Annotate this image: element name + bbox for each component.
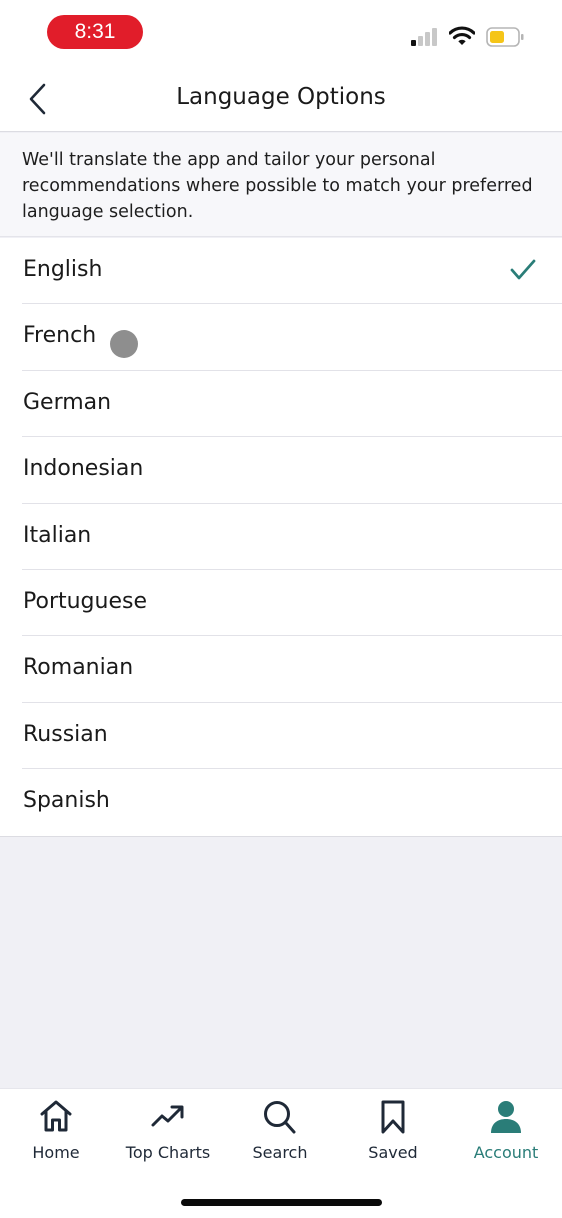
home-indicator[interactable] [181,1199,382,1206]
tab-label: Search [252,1143,308,1162]
language-label: Portuguese [23,588,147,614]
language-option-spanish[interactable]: Spanish [0,769,562,835]
bookmark-icon [381,1100,405,1134]
tab-label: Saved [368,1143,418,1162]
trending-up-icon [151,1105,184,1127]
home-icon [40,1100,72,1132]
tab-home[interactable]: Home [0,1089,112,1179]
tab-search[interactable]: Search [224,1089,336,1179]
language-label: Italian [23,522,92,548]
wifi-icon [449,26,475,45]
language-label: Indonesian [23,456,144,482]
info-description: We'll translate the app and tailor your … [0,133,562,237]
battery-icon [486,27,524,47]
tab-saved[interactable]: Saved [337,1089,449,1179]
navigation-bar: Language Options [0,66,562,132]
status-bar: 8:31 [0,0,562,66]
person-icon [491,1101,521,1133]
language-option-portuguese[interactable]: Portuguese [0,570,562,637]
language-option-english[interactable]: English [0,238,562,305]
touch-indicator [110,330,138,358]
status-time: 8:31 [47,15,143,49]
language-label: Russian [23,721,108,747]
tab-label: Home [32,1143,80,1162]
language-option-romanian[interactable]: Romanian [0,636,562,703]
cellular-signal-icon [411,28,439,46]
tab-label: Top Charts [125,1143,211,1162]
language-list: English French German Indonesian Italian… [0,238,562,837]
language-option-italian[interactable]: Italian [0,504,562,570]
tab-account[interactable]: Account [450,1089,562,1179]
language-label: French [23,323,97,349]
tab-label: Account [473,1143,539,1162]
language-option-russian[interactable]: Russian [0,703,562,770]
language-option-german[interactable]: German [0,371,562,438]
language-label: Spanish [23,788,110,814]
language-label: German [23,389,112,415]
search-icon [264,1101,296,1134]
language-label: Romanian [23,655,134,681]
language-option-indonesian[interactable]: Indonesian [0,437,562,504]
page-title: Language Options [176,84,386,110]
language-option-french[interactable]: French [0,304,562,371]
tab-top-charts[interactable]: Top Charts [112,1089,224,1179]
language-label: English [23,257,103,282]
checkmark-icon [510,259,536,280]
